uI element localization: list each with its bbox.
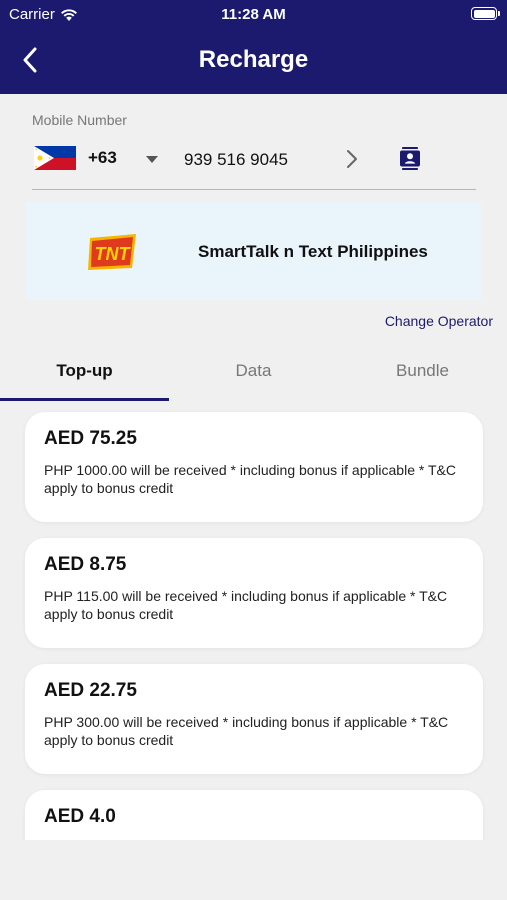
mobile-number-input[interactable] [184, 146, 334, 174]
plan-description: PHP 1000.00 will be received * including… [44, 462, 456, 496]
battery-icon [471, 7, 500, 20]
plan-card[interactable]: AED 4.0 [25, 790, 483, 840]
plan-amount: AED 22.75 [44, 680, 137, 701]
plan-amount: AED 4.0 [44, 806, 116, 827]
mobile-number-label: Mobile Number [32, 112, 127, 128]
app-header: Carrier 11:28 AM Recharge [0, 0, 507, 94]
status-bar: Carrier 11:28 AM [0, 6, 507, 24]
change-operator-link[interactable]: Change Operator [385, 313, 493, 329]
dropdown-caret-icon[interactable] [143, 153, 161, 165]
plan-card[interactable]: AED 8.75 PHP 115.00 will be received * i… [25, 538, 483, 648]
svg-text:TNT: TNT [95, 244, 132, 264]
plan-card[interactable]: AED 75.25 PHP 1000.00 will be received *… [25, 412, 483, 522]
status-time: 11:28 AM [221, 6, 286, 23]
philippines-flag-icon[interactable] [34, 146, 76, 170]
operator-name: SmartTalk n Text Philippines [198, 242, 428, 261]
plan-amount: AED 8.75 [44, 554, 127, 575]
plan-list: AED 75.25 PHP 1000.00 will be received *… [0, 400, 507, 840]
plan-description: PHP 300.00 will be received * including … [44, 714, 449, 748]
plan-amount: AED 75.25 [44, 428, 137, 449]
operator-card: TNT SmartTalk n Text Philippines [26, 202, 481, 300]
tab-top-up[interactable]: Top-up [0, 346, 169, 401]
tab-bundle[interactable]: Bundle [338, 346, 507, 401]
plan-card[interactable]: AED 22.75 PHP 300.00 will be received * … [25, 664, 483, 774]
chevron-right-icon[interactable] [342, 146, 362, 172]
country-code[interactable]: +63 [88, 148, 117, 168]
tnt-logo: TNT [88, 234, 136, 270]
contacts-icon[interactable] [399, 146, 421, 170]
phone-input-row: +63 [32, 140, 476, 190]
nav-bar: Recharge [0, 40, 507, 80]
page-title: Recharge [198, 46, 309, 73]
plan-tabs: Top-up Data Bundle [0, 346, 507, 401]
tab-data[interactable]: Data [169, 346, 338, 401]
plan-description: PHP 115.00 will be received * including … [44, 588, 448, 622]
